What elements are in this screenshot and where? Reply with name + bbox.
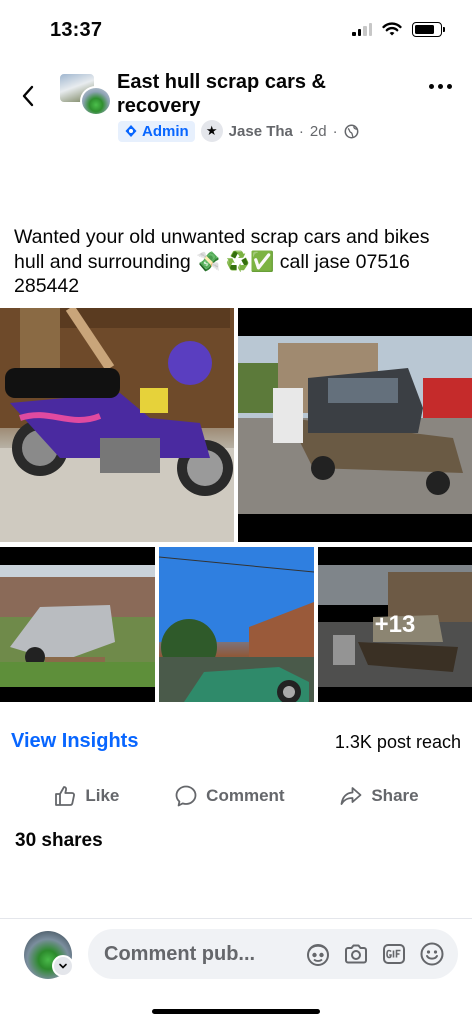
back-chevron-icon xyxy=(22,85,34,107)
photo-recovery-truck[interactable] xyxy=(238,308,472,542)
like-button[interactable]: Like xyxy=(53,780,119,812)
comment-input[interactable]: Comment pub... xyxy=(88,929,458,979)
like-label: Like xyxy=(85,786,120,805)
share-arrow-icon xyxy=(340,787,362,805)
meta-separator: · xyxy=(298,122,304,140)
camera-icon[interactable] xyxy=(342,940,370,968)
battery-icon xyxy=(412,22,445,37)
thumbs-up-icon xyxy=(55,786,76,806)
photo-motorbike[interactable] xyxy=(0,308,234,542)
group-avatar[interactable] xyxy=(58,72,112,116)
wifi-icon xyxy=(382,22,402,36)
shield-admin-icon xyxy=(125,125,137,137)
post-meta: Admin ★ Jase Tha · 2d · xyxy=(118,120,359,142)
admin-label: Admin xyxy=(142,122,189,140)
photo-silver-car[interactable] xyxy=(0,547,155,702)
composer-icons xyxy=(304,940,446,968)
action-bar: Like Comment Share xyxy=(0,780,472,812)
post-author[interactable]: Jase Tha xyxy=(229,123,293,140)
photo-flatbed-more[interactable]: +13 xyxy=(318,547,472,702)
comment-button[interactable]: Comment xyxy=(174,780,285,812)
motorbike-image xyxy=(0,308,234,542)
comment-bubble-icon xyxy=(175,785,197,807)
view-insights-link[interactable]: View Insights xyxy=(11,730,138,753)
avatar-sticker-icon[interactable] xyxy=(304,940,332,968)
home-indicator[interactable] xyxy=(152,1009,320,1014)
share-button[interactable]: Share xyxy=(339,780,419,812)
globe-icon xyxy=(344,124,359,138)
share-label: Share xyxy=(371,786,419,805)
insights-row: View Insights 1.3K post reach xyxy=(0,728,472,758)
battery-level xyxy=(415,25,435,34)
back-button[interactable] xyxy=(14,82,42,110)
post-text: Wanted your old unwanted scrap cars and … xyxy=(14,226,430,297)
post-header: East hull scrap cars & recovery Admin ★ … xyxy=(0,62,472,152)
emoji-icon[interactable] xyxy=(418,940,446,968)
post-reach: 1.3K post reach xyxy=(334,732,461,752)
cellular-signal-icon xyxy=(352,23,372,36)
star-icon: ★ xyxy=(200,120,223,142)
photo-green-car[interactable] xyxy=(159,547,314,702)
group-profile-thumbnail xyxy=(80,86,112,116)
group-name[interactable]: East hull scrap cars & recovery xyxy=(117,70,387,118)
status-time: 13:37 xyxy=(50,19,103,41)
post-time[interactable]: 2d xyxy=(310,123,327,140)
status-bar: 13:37 xyxy=(0,0,472,58)
gif-icon[interactable] xyxy=(380,940,408,968)
green-car-image xyxy=(159,547,314,702)
more-photos-count: +13 xyxy=(318,547,472,702)
comment-composer: Comment pub... xyxy=(0,918,472,988)
chevron-down-icon[interactable] xyxy=(52,955,74,977)
meta-separator: · xyxy=(332,122,338,140)
comment-placeholder: Comment pub... xyxy=(104,943,256,965)
comment-label: Comment xyxy=(206,786,285,805)
recovery-truck-image xyxy=(238,308,472,542)
silver-car-image xyxy=(0,547,155,702)
status-icons xyxy=(352,22,445,37)
admin-badge[interactable]: Admin xyxy=(118,120,195,142)
shares-count[interactable]: 30 shares xyxy=(15,830,103,852)
more-options-button[interactable] xyxy=(429,84,452,89)
more-dots-icon xyxy=(429,84,434,89)
